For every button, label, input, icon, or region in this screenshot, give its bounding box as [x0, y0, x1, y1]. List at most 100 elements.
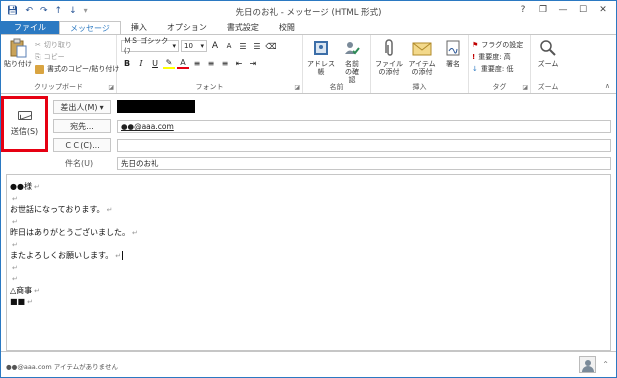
body-line: ↵: [12, 263, 18, 272]
subject-field[interactable]: 先日のお礼: [117, 157, 611, 170]
check-names-button[interactable]: 名前の確認: [337, 38, 367, 84]
text-caret: [122, 251, 124, 260]
bold-button[interactable]: B: [121, 57, 133, 69]
people-pane-bar: ●●@aaa.com アイテムがありません ⌃: [1, 351, 616, 377]
highlight-icon[interactable]: ✎: [163, 57, 175, 69]
copy-button[interactable]: ⎘ コピー: [35, 51, 119, 63]
address-book-icon: [311, 38, 331, 58]
font-launcher-icon[interactable]: ◪: [294, 84, 300, 91]
decrease-indent-icon[interactable]: ⇤: [233, 57, 245, 69]
signature-button[interactable]: 署名: [441, 38, 465, 68]
address-book-button[interactable]: アドレス帳: [306, 38, 336, 76]
attach-file-button[interactable]: ファイルの添付: [373, 38, 405, 76]
zoom-label: ズーム: [537, 60, 559, 68]
from-label: 差出人(M): [60, 102, 98, 112]
tab-message[interactable]: メッセージ: [59, 21, 121, 35]
ribbon-display-icon[interactable]: ❐: [534, 3, 552, 17]
body-line: ↵: [12, 217, 18, 226]
followup-button[interactable]: ⚑ フラグの設定: [472, 39, 523, 51]
to-value: ●●@aaa.com: [121, 122, 174, 131]
body-line: ●●様 ↵: [10, 182, 40, 191]
insert-group-label: 挿入: [412, 83, 427, 91]
body-line: ■■ ↵: [10, 297, 33, 306]
font-size-select[interactable]: 10 ▾: [181, 40, 207, 52]
paste-button[interactable]: 貼り付け: [4, 38, 32, 68]
tab-review[interactable]: 校閲: [269, 21, 305, 35]
group-zoom: ズーム ズーム: [531, 35, 565, 93]
ribbon-tabs: ファイル メッセージ 挿入 オプション 書式設定 校閲: [1, 21, 616, 35]
chevron-down-icon: ▾: [172, 42, 176, 50]
high-importance-label: 重要度: 高: [478, 53, 511, 61]
message-body[interactable]: ●●様 ↵ ↵ お世話になっております。 ↵ ↵ 昨日はありがとうございました。 ↵ …: [6, 174, 611, 351]
body-line: お世話になっております。 ↵: [10, 205, 113, 214]
check-names-label: 名前の確認: [345, 60, 359, 84]
close-icon[interactable]: ✕: [594, 3, 612, 17]
grow-font-button[interactable]: A: [209, 40, 221, 52]
outlook-message-window: 💾︎ ↶ ↷ ↑ ↓ ▾ 先日のお礼 - メッセージ (HTML 形式) ? ❐…: [0, 0, 617, 378]
minimize-icon[interactable]: —: [554, 3, 572, 17]
tags-launcher-icon[interactable]: ◪: [522, 84, 528, 91]
attach-item-button[interactable]: アイテムの添付: [405, 38, 439, 76]
shrink-font-button[interactable]: A: [223, 40, 235, 52]
increase-indent-icon[interactable]: ⇥: [247, 57, 259, 69]
send-button[interactable]: 送信(S): [1, 96, 48, 152]
help-icon[interactable]: ?: [514, 3, 532, 17]
ribbon: 貼り付け ✂ 切り取り ⎘ コピー 書式のコピー/貼り付け クリップボード ◪ ＭＳ…: [1, 34, 616, 94]
cc-button[interactable]: ＣＣ(C)...: [53, 138, 111, 152]
names-group-label: 名前: [329, 83, 344, 91]
align-center-icon[interactable]: ≡: [205, 57, 217, 69]
copy-icon: ⎘: [35, 52, 41, 61]
envelope-icon: [412, 38, 432, 58]
magnifier-icon: [538, 38, 558, 58]
cut-button[interactable]: ✂ 切り取り: [35, 39, 119, 51]
group-clipboard: 貼り付け ✂ 切り取り ⎘ コピー 書式のコピー/貼り付け クリップボード ◪: [1, 35, 119, 93]
high-importance-button[interactable]: ! 重要度: 高: [472, 51, 523, 63]
format-painter-icon: [35, 64, 44, 74]
window-controls: ? ❐ — ☐ ✕: [514, 3, 612, 17]
tags-group-label: タグ: [492, 83, 507, 91]
chevron-up-icon[interactable]: ⌃: [602, 360, 609, 369]
check-names-icon: [342, 38, 362, 58]
align-right-icon[interactable]: ≡: [219, 57, 231, 69]
tab-format-text[interactable]: 書式設定: [217, 21, 269, 35]
chevron-down-icon: ▾: [99, 102, 104, 112]
to-field[interactable]: ●●@aaa.com: [117, 120, 611, 133]
font-row-2: B I U ✎ A ≡ ≡ ≡ ⇤ ⇥: [121, 57, 259, 69]
group-font: ＭＳ ゴシック (ﾌ ▾ 10 ▾ A A ☰ ☰ ⌫ B I U ✎ A ≡ ≡ …: [117, 35, 303, 93]
cc-field[interactable]: [117, 139, 611, 152]
clipboard-launcher-icon[interactable]: ◪: [108, 84, 114, 91]
from-value-redacted: [117, 100, 195, 113]
tab-file[interactable]: ファイル: [1, 21, 59, 35]
tab-insert[interactable]: 挿入: [121, 21, 157, 35]
font-name-select[interactable]: ＭＳ ゴシック (ﾌ ▾: [121, 37, 179, 55]
format-painter-label: 書式のコピー/貼り付け: [47, 65, 120, 73]
bullets-icon[interactable]: ☰: [237, 40, 249, 52]
numbering-icon[interactable]: ☰: [251, 40, 263, 52]
font-color-icon[interactable]: A: [177, 57, 189, 69]
group-insert: ファイルの添付 アイテムの添付 署名 挿入: [371, 35, 469, 93]
to-button[interactable]: 宛先...: [53, 119, 111, 133]
scissors-icon: ✂: [35, 41, 41, 49]
body-line: ↵: [12, 275, 18, 283]
collapse-ribbon-icon[interactable]: ∧: [605, 82, 610, 90]
zoom-button[interactable]: ズーム: [533, 38, 563, 68]
low-importance-button[interactable]: ↓ 重要度: 低: [472, 63, 523, 75]
cut-label: 切り取り: [43, 41, 72, 49]
person-icon[interactable]: [579, 356, 596, 373]
align-left-icon[interactable]: ≡: [191, 57, 203, 69]
underline-button[interactable]: U: [149, 57, 161, 69]
send-icon: [17, 111, 32, 120]
title-bar: 💾︎ ↶ ↷ ↑ ↓ ▾ 先日のお礼 - メッセージ (HTML 形式) ? ❐…: [1, 1, 616, 21]
tab-options[interactable]: オプション: [157, 21, 217, 35]
from-button[interactable]: 差出人(M) ▾: [53, 100, 111, 114]
italic-button[interactable]: I: [135, 57, 147, 69]
flag-icon: ⚑: [472, 41, 479, 49]
format-painter-button[interactable]: 書式のコピー/貼り付け: [35, 63, 119, 75]
clear-format-icon[interactable]: ⌫: [265, 40, 277, 52]
maximize-icon[interactable]: ☐: [574, 3, 592, 17]
body-line: またよろしくお願いします。 ↵: [10, 251, 124, 260]
paperclip-icon: [379, 38, 399, 58]
chevron-down-icon: ▾: [200, 42, 204, 50]
clipboard-icon: [8, 38, 28, 58]
zoom-group-label: ズーム: [537, 83, 559, 91]
